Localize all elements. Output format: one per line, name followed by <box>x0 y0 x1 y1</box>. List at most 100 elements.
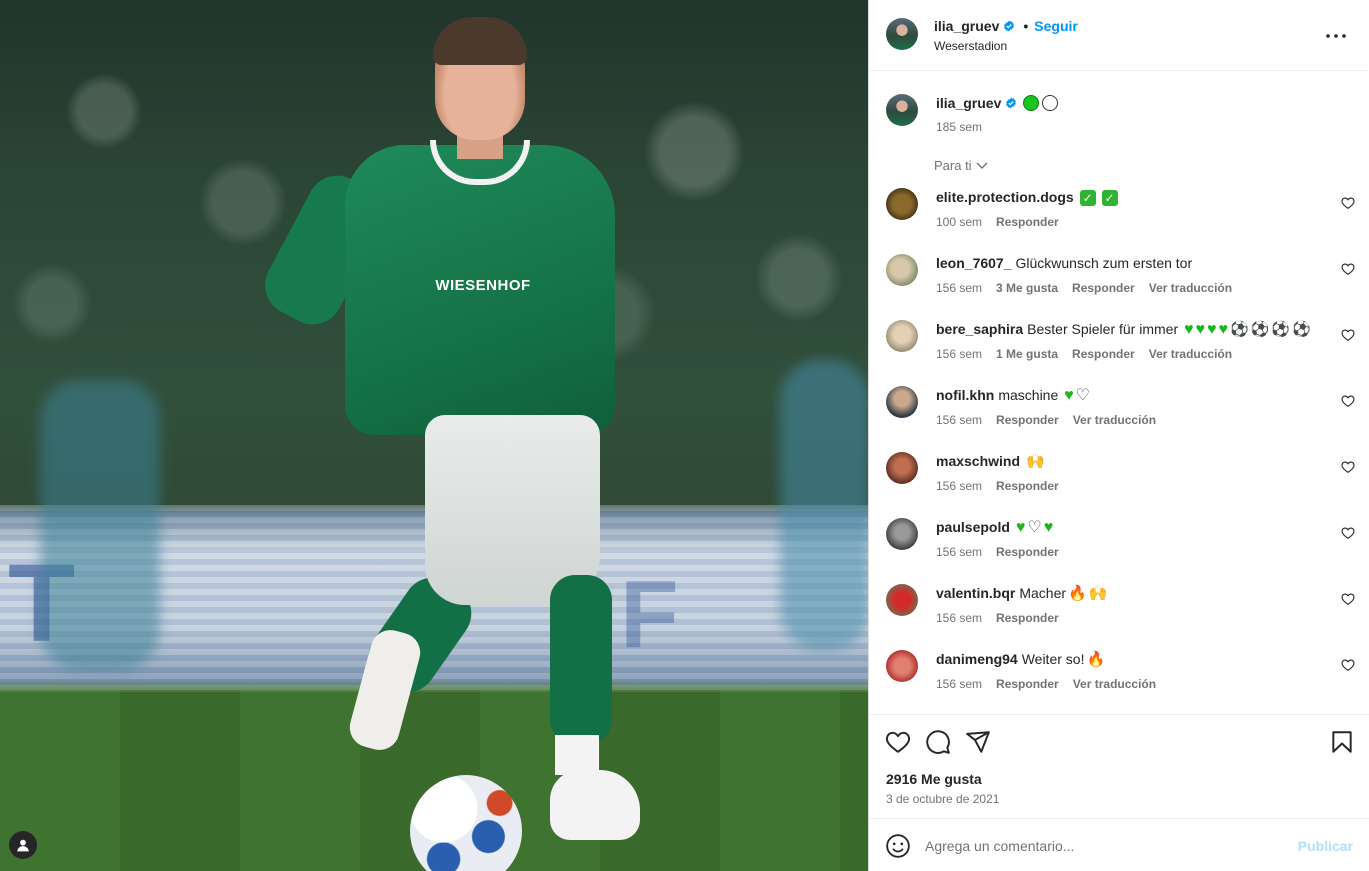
comment-item: danimeng94 Weiter so! 🔥 156 sem Responder … <box>869 650 1369 714</box>
green-circle-emoji-icon <box>1023 95 1040 111</box>
caption-username[interactable]: ilia_gruev <box>936 95 1001 111</box>
commenter-avatar[interactable] <box>886 518 918 550</box>
comment-item: elite.protection.dogs ✓ ✓ 100 sem Respond… <box>869 188 1369 254</box>
comment-likes[interactable]: 3 Me gusta <box>996 281 1058 295</box>
commenter-avatar[interactable] <box>886 650 918 682</box>
comment-meta: 156 sem Responder <box>936 611 1059 625</box>
comment-like-heart-icon[interactable] <box>1341 262 1355 276</box>
fire-emoji-icon: 🔥 <box>1068 585 1087 603</box>
reply-button[interactable]: Responder <box>996 677 1059 691</box>
raised-hands-emoji-icon: 🙌 <box>1088 585 1108 603</box>
comment-like-heart-icon[interactable] <box>1341 460 1355 474</box>
comment-input[interactable] <box>925 833 1285 859</box>
comment-likes[interactable]: 1 Me gusta <box>996 347 1058 361</box>
comment-text: elite.protection.dogs ✓ ✓ <box>936 189 1118 207</box>
heart-icon[interactable] <box>885 729 911 755</box>
commenter-username[interactable]: danimeng94 <box>936 651 1018 667</box>
post-details-panel: ilia_gruev • Seguir Weserstadion ilia_gr… <box>868 0 1369 871</box>
comment-text: danimeng94 Weiter so! 🔥 <box>936 651 1106 669</box>
caption-line: ilia_gruev <box>936 95 1059 111</box>
comment-text: paulsepold ♥ ♡ ♥ <box>936 519 1053 536</box>
reply-button[interactable]: Responder <box>1072 347 1135 361</box>
comment-icon[interactable] <box>925 729 951 755</box>
author-avatar[interactable] <box>886 18 918 50</box>
reply-button[interactable]: Responder <box>1072 281 1135 295</box>
commenter-avatar[interactable] <box>886 320 918 352</box>
green-heart-emoji-icon: ♥ <box>1218 321 1229 339</box>
bookmark-icon[interactable] <box>1329 729 1355 755</box>
comments-list[interactable]: ilia_gruev 185 sem Para ti elite.protect… <box>869 72 1369 714</box>
comment-like-heart-icon[interactable] <box>1341 196 1355 210</box>
commenter-username[interactable]: paulsepold <box>936 519 1010 535</box>
comment-meta: 156 sem 3 Me gusta Responder Ver traducc… <box>936 281 1232 295</box>
raised-hands-emoji-icon: 🙌 <box>1026 453 1045 471</box>
caption-time: 185 sem <box>936 120 983 134</box>
commenter-avatar[interactable] <box>886 584 918 616</box>
commenter-avatar[interactable] <box>886 254 918 286</box>
comment-meta: 156 sem Responder <box>936 545 1059 559</box>
commenter-avatar[interactable] <box>886 386 918 418</box>
comment-text: nofil.khn maschine ♥ ♡ <box>936 387 1090 405</box>
reply-button[interactable]: Responder <box>996 215 1059 229</box>
separator-dot: • <box>1023 18 1029 34</box>
comment-like-heart-icon[interactable] <box>1341 394 1355 408</box>
reply-button[interactable]: Responder <box>996 413 1059 427</box>
more-options-icon[interactable] <box>1324 26 1348 46</box>
reply-button[interactable]: Responder <box>996 611 1059 625</box>
translate-button[interactable]: Ver traducción <box>1149 281 1232 295</box>
comment-item: bere_saphira Bester Spieler für immer ♥ ♥ ♥… <box>869 320 1369 386</box>
commenter-avatar[interactable] <box>886 188 918 220</box>
comment-meta: 156 sem 1 Me gusta Responder Ver traducc… <box>936 347 1232 361</box>
comment-time: 156 sem <box>936 611 983 625</box>
verified-badge-icon <box>1006 97 1017 109</box>
comment-meta: 156 sem Responder <box>936 479 1059 493</box>
translate-button[interactable]: Ver traducción <box>1073 677 1156 691</box>
comment-time: 156 sem <box>936 677 983 691</box>
player-right-sock <box>555 735 599 775</box>
comment-like-heart-icon[interactable] <box>1341 328 1355 342</box>
comment-time: 100 sem <box>936 215 983 229</box>
location-link[interactable]: Weserstadion <box>934 39 1007 53</box>
commenter-username[interactable]: valentin.bqr <box>936 585 1015 601</box>
comment-like-heart-icon[interactable] <box>1341 526 1355 540</box>
green-heart-emoji-icon: ♥ <box>1015 519 1026 537</box>
player-figure: WIESENHOF <box>254 15 645 855</box>
publish-button[interactable]: Publicar <box>1298 838 1353 854</box>
follow-button[interactable]: Seguir <box>1034 18 1078 34</box>
post-date: 3 de octubre de 2021 <box>886 792 1000 806</box>
sort-label: Para ti <box>934 158 972 173</box>
comment-text: valentin.bqr Macher 🔥 🙌 <box>936 585 1108 603</box>
comment-meta: 156 sem Responder Ver traducción <box>936 677 1156 691</box>
comment-item: maxschwind 🙌 156 sem Responder <box>869 452 1369 518</box>
translate-button[interactable]: Ver traducción <box>1073 413 1156 427</box>
commenter-username[interactable]: bere_saphira <box>936 321 1023 337</box>
white-heart-emoji-icon: ♡ <box>1075 387 1090 405</box>
comment-time: 156 sem <box>936 413 983 427</box>
comment-like-heart-icon[interactable] <box>1341 658 1355 672</box>
comment-like-heart-icon[interactable] <box>1341 592 1355 606</box>
caption-avatar[interactable] <box>886 94 918 126</box>
reply-button[interactable]: Responder <box>996 479 1059 493</box>
author-username[interactable]: ilia_gruev <box>934 18 999 34</box>
share-icon[interactable] <box>965 729 991 755</box>
comment-text: maxschwind 🙌 <box>936 453 1045 470</box>
commenter-avatar[interactable] <box>886 452 918 484</box>
commenter-username[interactable]: maxschwind <box>936 453 1020 469</box>
translate-button[interactable]: Ver traducción <box>1149 347 1232 361</box>
comment-meta: 156 sem Responder Ver traducción <box>936 413 1156 427</box>
comment-time: 156 sem <box>936 281 983 295</box>
comment-text: leon_7607_ Glückwunsch zum ersten tor <box>936 255 1193 271</box>
commenter-username[interactable]: elite.protection.dogs <box>936 189 1074 205</box>
comment-sort-dropdown[interactable]: Para ti <box>934 158 988 173</box>
green-heart-emoji-icon: ♥ <box>1195 321 1206 339</box>
commenter-username[interactable]: nofil.khn <box>936 387 994 403</box>
soccer-ball-emoji-icon: ⚽ <box>1250 321 1270 339</box>
commenter-username[interactable]: leon_7607_ <box>936 255 1012 271</box>
like-count[interactable]: 2916 Me gusta <box>886 771 982 787</box>
blurred-player-right <box>780 360 868 650</box>
tagged-user-icon[interactable] <box>9 831 37 859</box>
smiley-icon[interactable] <box>885 833 911 859</box>
post-actions: 2916 Me gusta 3 de octubre de 2021 <box>869 714 1369 818</box>
post-photo[interactable]: T F WIESENHOF <box>0 0 868 871</box>
reply-button[interactable]: Responder <box>996 545 1059 559</box>
